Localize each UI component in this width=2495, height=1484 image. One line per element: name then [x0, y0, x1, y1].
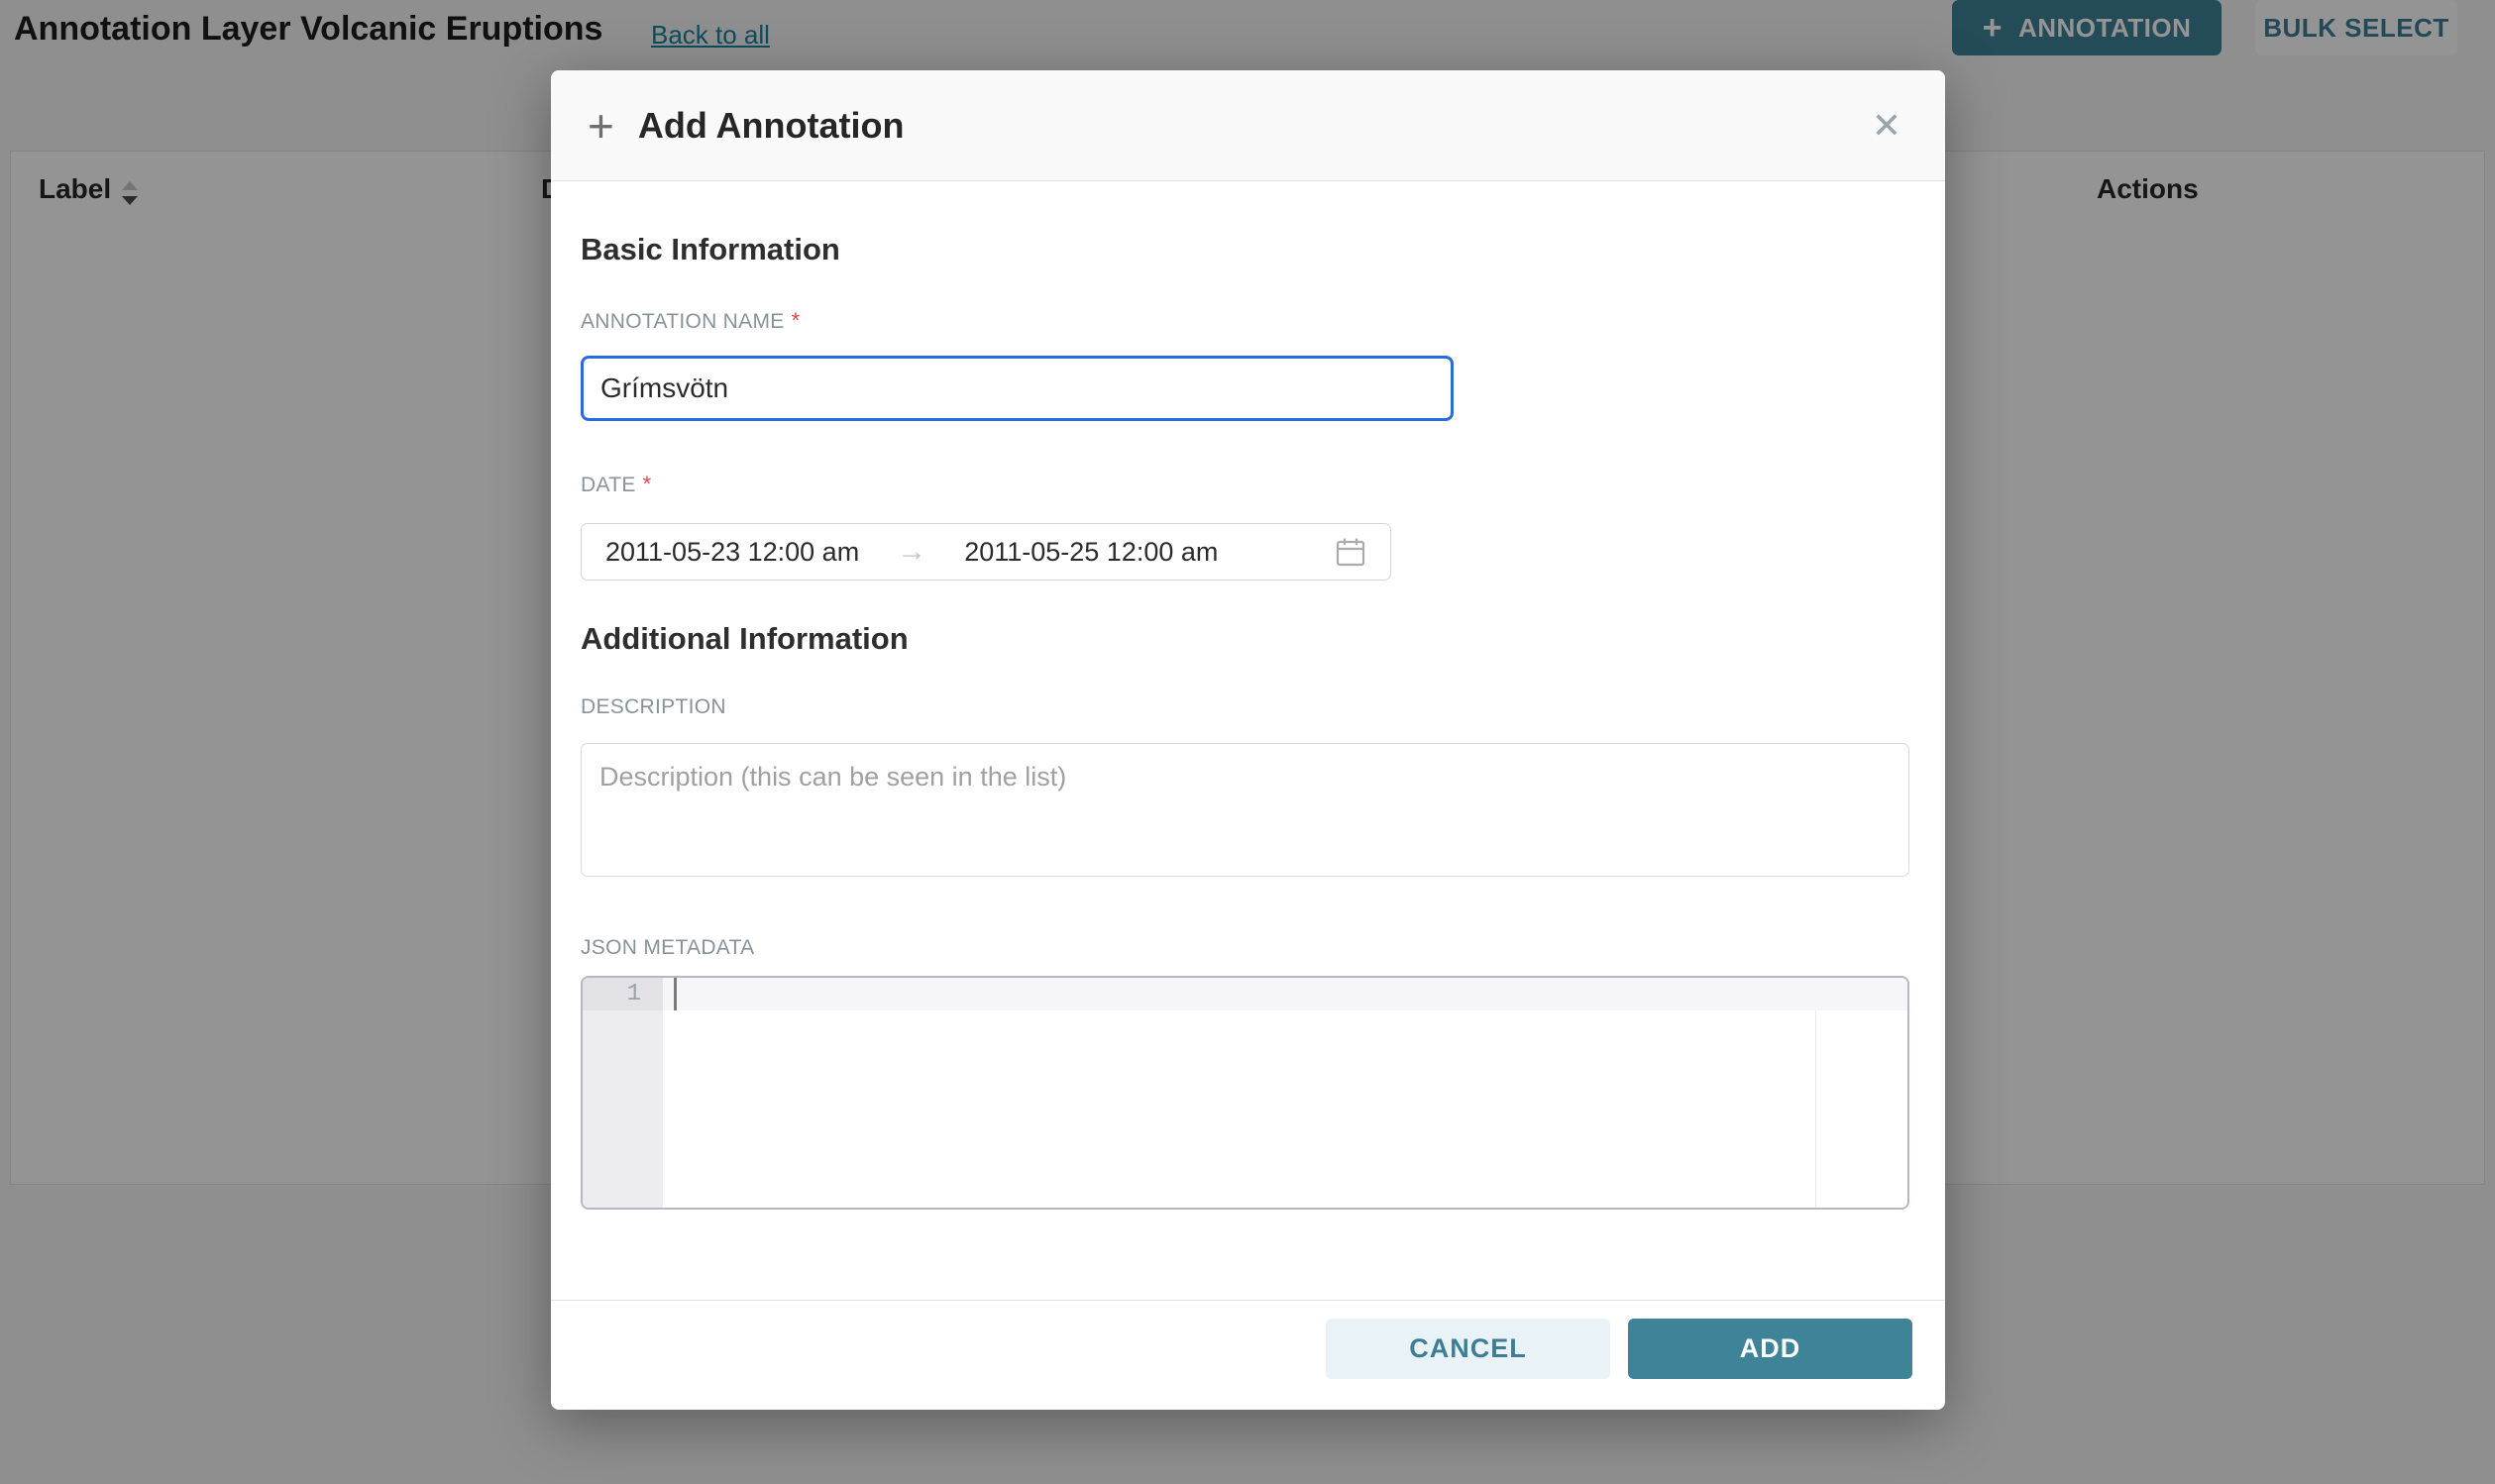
calendar-icon — [1335, 536, 1366, 568]
required-marker: * — [643, 472, 652, 496]
date-end-value[interactable]: 2011-05-25 12:00 am — [964, 537, 1218, 568]
required-marker: * — [792, 308, 801, 333]
additional-information-heading: Additional Information — [581, 621, 909, 657]
modal-title: Add Annotation — [638, 105, 905, 147]
basic-information-heading: Basic Information — [581, 232, 840, 267]
annotation-name-label: ANNOTATION NAME* — [581, 308, 800, 334]
description-label: DESCRIPTION — [581, 695, 726, 719]
editor-line-number: 1 — [583, 978, 663, 1010]
date-label: DATE* — [581, 472, 652, 497]
date-start-value[interactable]: 2011-05-23 12:00 am — [605, 537, 859, 568]
json-metadata-editor[interactable]: 1 — [581, 976, 1909, 1210]
date-range-picker[interactable]: 2011-05-23 12:00 am → 2011-05-25 12:00 a… — [581, 523, 1391, 581]
add-button[interactable]: ADD — [1628, 1319, 1912, 1379]
editor-print-margin — [1815, 1010, 1816, 1208]
plus-icon: + — [588, 103, 614, 149]
description-textarea[interactable] — [581, 743, 1909, 877]
modal-header: + Add Annotation ✕ — [551, 70, 1945, 181]
range-arrow-icon: → — [897, 535, 926, 569]
annotation-name-input[interactable] — [581, 356, 1454, 421]
close-icon[interactable]: ✕ — [1872, 108, 1901, 144]
editor-gutter — [583, 978, 663, 1208]
cancel-button[interactable]: CANCEL — [1326, 1319, 1610, 1379]
editor-active-line — [663, 978, 1907, 1010]
json-metadata-label: JSON METADATA — [581, 936, 754, 960]
modal-footer-divider — [551, 1300, 1945, 1301]
add-annotation-modal: + Add Annotation ✕ Basic Information ANN… — [551, 70, 1945, 1410]
editor-text-cursor — [674, 978, 677, 1010]
